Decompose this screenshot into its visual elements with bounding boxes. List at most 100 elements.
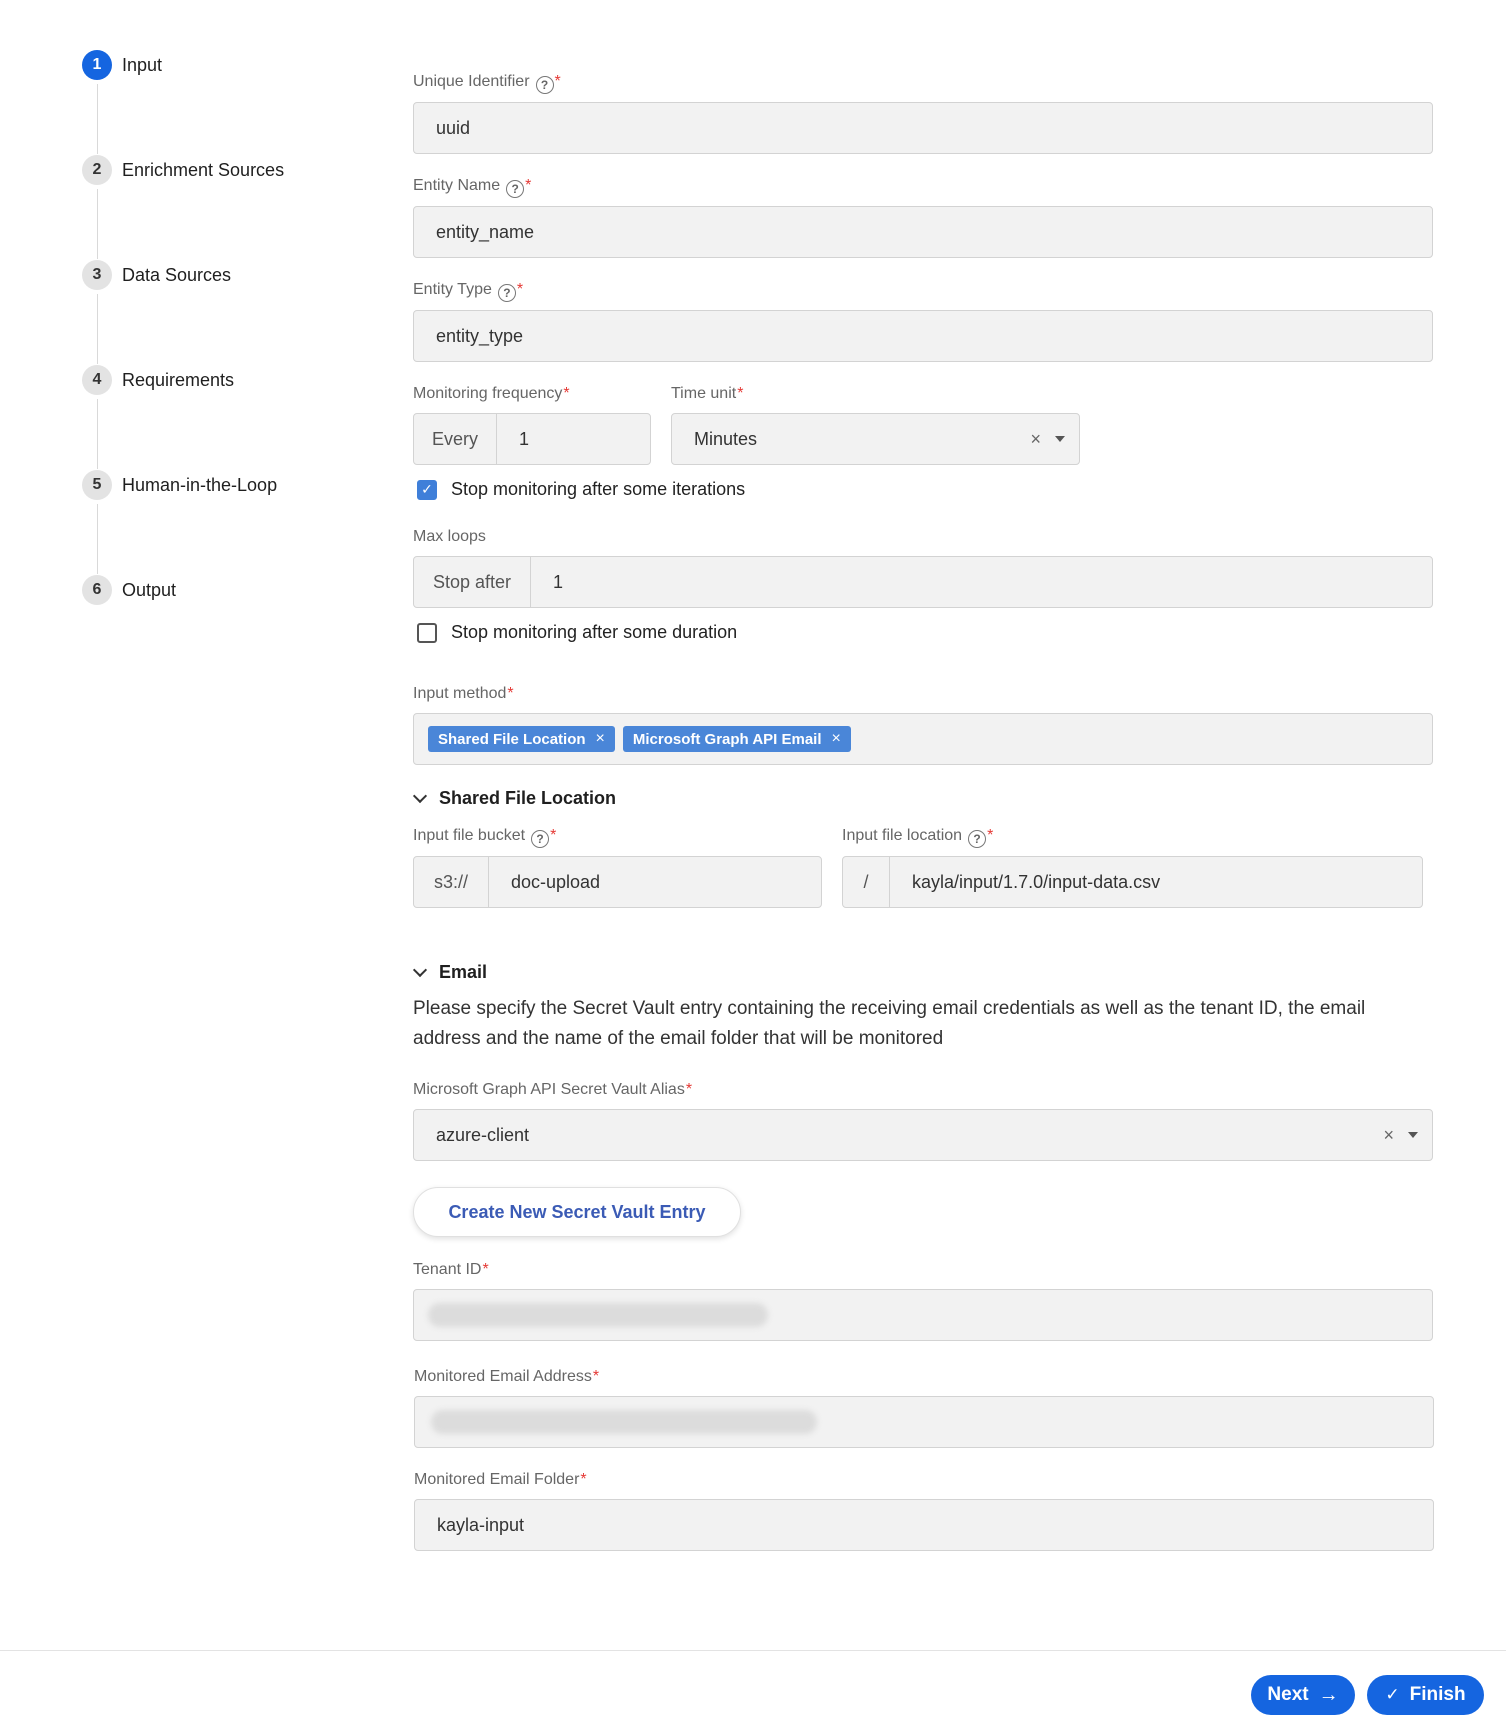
arrow-right-icon: → bbox=[1318, 1683, 1339, 1706]
stop-duration-checkbox[interactable]: Stop monitoring after some duration bbox=[417, 622, 737, 643]
step-input[interactable]: 1 Input bbox=[82, 50, 162, 80]
select-controls: × bbox=[1030, 429, 1065, 450]
step-number: 2 bbox=[82, 155, 112, 185]
finish-button[interactable]: ✓ Finish bbox=[1367, 1675, 1484, 1715]
field-value: doc-upload bbox=[511, 871, 601, 892]
monitored-email-address-input[interactable] bbox=[414, 1396, 1434, 1448]
step-number: 1 bbox=[82, 50, 112, 80]
create-secret-vault-entry-button[interactable]: Create New Secret Vault Entry bbox=[413, 1187, 741, 1237]
clear-icon[interactable]: × bbox=[1030, 429, 1041, 450]
step-human-in-the-loop[interactable]: 5 Human-in-the-Loop bbox=[82, 470, 277, 500]
help-icon[interactable]: ? bbox=[531, 830, 550, 848]
email-description: Please specify the Secret Vault entry co… bbox=[413, 998, 1366, 1049]
remove-chip-icon[interactable]: × bbox=[596, 730, 605, 748]
required-mark: * bbox=[563, 385, 570, 402]
help-icon[interactable]: ? bbox=[506, 180, 525, 198]
max-loops-label: Max loops bbox=[413, 528, 486, 546]
step-requirements[interactable]: 4 Requirements bbox=[82, 365, 234, 395]
help-icon[interactable]: ? bbox=[497, 284, 516, 302]
step-label: Enrichment Sources bbox=[122, 159, 285, 180]
field-value: kayla/input/1.7.0/input-data.csv bbox=[912, 871, 1161, 892]
label-text: Unique Identifier bbox=[413, 73, 530, 90]
input-file-location-input[interactable]: / kayla/input/1.7.0/input-data.csv bbox=[842, 856, 1423, 908]
step-label: Input bbox=[122, 54, 163, 75]
step-connector bbox=[97, 84, 98, 154]
redacted-value bbox=[428, 1303, 768, 1327]
help-icon[interactable]: ? bbox=[535, 76, 554, 94]
field-value: kayla-input bbox=[437, 1514, 525, 1535]
required-mark: * bbox=[685, 1081, 693, 1098]
monitoring-frequency-input[interactable]: Every 1 bbox=[413, 413, 651, 465]
unique-identifier-label: Unique Identifier? * bbox=[413, 73, 561, 94]
location-prefix: / bbox=[843, 857, 890, 907]
field-value: 1 bbox=[553, 571, 564, 592]
tenant-id-label: Tenant ID* bbox=[413, 1261, 489, 1279]
time-unit-label: Time unit* bbox=[671, 385, 743, 403]
label-text: Microsoft Graph API Secret Vault Alias bbox=[413, 1081, 685, 1098]
checkbox-label: Stop monitoring after some duration bbox=[451, 622, 738, 642]
step-number: 4 bbox=[82, 365, 112, 395]
step-connector bbox=[97, 294, 98, 364]
monitoring-frequency-label: Monitoring frequency* bbox=[413, 385, 570, 403]
button-label: Next bbox=[1267, 1684, 1309, 1705]
chevron-down-icon[interactable] bbox=[1055, 436, 1065, 442]
checkbox-unchecked-icon[interactable] bbox=[417, 622, 437, 643]
required-mark: * bbox=[554, 73, 561, 90]
select-controls: × bbox=[1383, 1125, 1418, 1146]
input-method-label: Input method* bbox=[413, 685, 514, 703]
checkbox-label: Stop monitoring after some iterations bbox=[451, 479, 746, 499]
entity-name-label: Entity Name? * bbox=[413, 177, 531, 198]
chevron-down-icon bbox=[412, 962, 428, 977]
wizard-footer: Next → ✓ Finish bbox=[0, 1650, 1506, 1724]
input-file-bucket-label: Input file bucket? * bbox=[413, 827, 556, 848]
input-file-bucket-input[interactable]: s3:// doc-upload bbox=[413, 856, 822, 908]
monitored-email-address-label: Monitored Email Address* bbox=[414, 1368, 599, 1386]
step-label: Data Sources bbox=[122, 264, 232, 285]
required-mark: * bbox=[507, 685, 514, 702]
chevron-down-icon bbox=[412, 788, 428, 803]
required-mark: * bbox=[525, 177, 532, 194]
unique-identifier-input[interactable]: uuid bbox=[413, 102, 1433, 154]
step-connector bbox=[97, 189, 98, 259]
step-data-sources[interactable]: 3 Data Sources bbox=[82, 260, 231, 290]
step-enrichment-sources[interactable]: 2 Enrichment Sources bbox=[82, 155, 284, 185]
remove-chip-icon[interactable]: × bbox=[832, 730, 841, 748]
label-text: Monitoring frequency bbox=[413, 385, 563, 402]
entity-type-input[interactable]: entity_type bbox=[413, 310, 1433, 362]
label-text: Monitored Email Address bbox=[414, 1368, 592, 1385]
chip-label: Shared File Location bbox=[438, 730, 586, 748]
field-value: entity_type bbox=[436, 325, 524, 346]
checkbox-checked-icon[interactable]: ✓ bbox=[417, 479, 437, 500]
max-loops-input[interactable]: Stop after 1 bbox=[413, 556, 1433, 608]
chevron-down-icon[interactable] bbox=[1408, 1132, 1418, 1138]
redacted-value bbox=[431, 1410, 817, 1434]
label-text: Input file location bbox=[842, 827, 963, 844]
step-number: 3 bbox=[82, 260, 112, 290]
stop-iterations-checkbox[interactable]: ✓ Stop monitoring after some iterations bbox=[417, 479, 745, 500]
entity-type-label: Entity Type? * bbox=[413, 281, 523, 302]
time-unit-select[interactable]: Minutes × bbox=[671, 413, 1080, 465]
label-text: Time unit bbox=[671, 385, 737, 402]
chip-label: Microsoft Graph API Email bbox=[632, 730, 822, 748]
label-text: Input file bucket bbox=[413, 827, 526, 844]
required-mark: * bbox=[482, 1261, 489, 1278]
required-mark: * bbox=[592, 1368, 600, 1385]
bucket-prefix: s3:// bbox=[414, 857, 489, 907]
input-method-multiselect[interactable]: Shared File Location × Microsoft Graph AP… bbox=[413, 713, 1433, 765]
vault-alias-select[interactable]: azure-client × bbox=[413, 1109, 1433, 1161]
step-label: Requirements bbox=[122, 369, 235, 390]
required-mark: * bbox=[550, 827, 557, 844]
monitored-email-folder-input[interactable]: kayla-input bbox=[414, 1499, 1434, 1551]
tenant-id-input[interactable] bbox=[413, 1289, 1433, 1341]
step-output[interactable]: 6 Output bbox=[82, 575, 176, 605]
email-section-toggle[interactable]: Email bbox=[412, 962, 487, 983]
clear-icon[interactable]: × bbox=[1383, 1125, 1394, 1146]
entity-name-input[interactable]: entity_name bbox=[413, 206, 1433, 258]
next-button[interactable]: Next → bbox=[1251, 1675, 1355, 1715]
step-number: 6 bbox=[82, 575, 112, 605]
input-file-location-label: Input file location? * bbox=[842, 827, 993, 848]
shared-file-location-section-toggle[interactable]: Shared File Location bbox=[412, 788, 616, 809]
field-value: uuid bbox=[436, 117, 471, 138]
help-icon[interactable]: ? bbox=[968, 830, 987, 848]
required-mark: * bbox=[987, 827, 994, 844]
